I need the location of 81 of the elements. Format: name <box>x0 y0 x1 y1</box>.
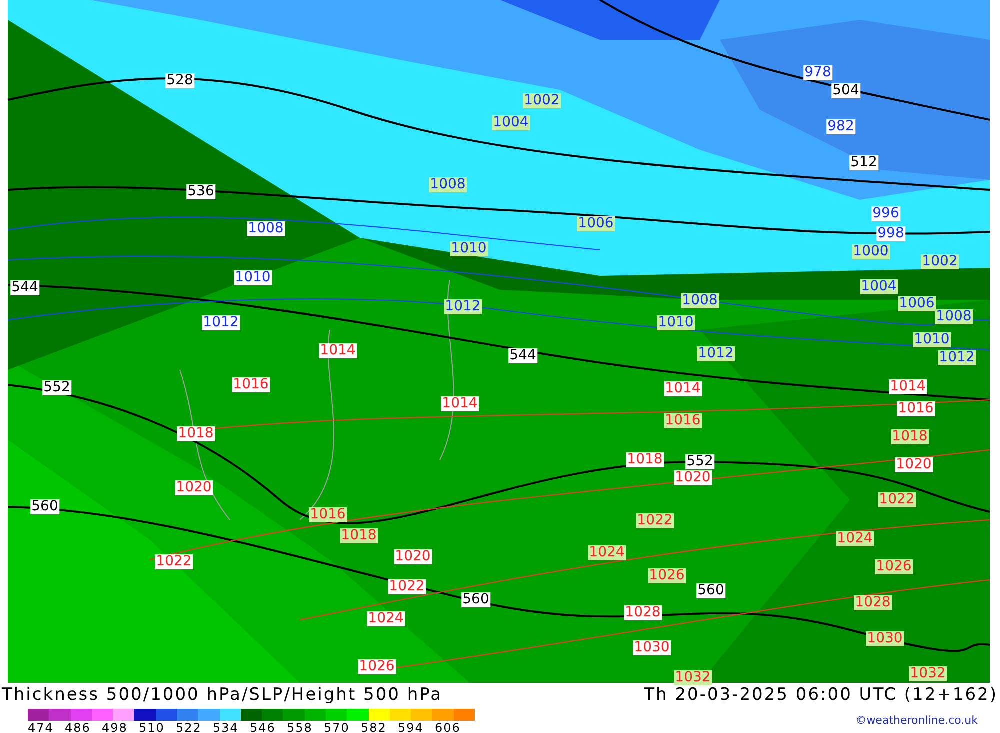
contour-label: 1022 <box>388 580 426 594</box>
contour-label: 1018 <box>891 430 929 444</box>
scale-tick-label: 522 <box>176 722 203 733</box>
contour-label: 1020 <box>175 480 213 496</box>
scale-tick-label: 474 <box>28 722 55 733</box>
scale-tick-label: 570 <box>324 722 351 733</box>
contour-label: 1028 <box>624 606 662 620</box>
contour-label: 512 <box>850 156 878 170</box>
contour-label: 1018 <box>340 528 378 544</box>
contour-label: 982 <box>826 120 856 134</box>
contour-label: 536 <box>186 184 216 200</box>
scale-tick-label: 558 <box>287 722 314 733</box>
contour-label: 1004 <box>860 280 898 294</box>
valid-time: Th 20-03-2025 06:00 UTC (12+162) <box>644 684 998 708</box>
contour-label: 1014 <box>889 380 927 394</box>
contour-label: 996 <box>872 206 900 222</box>
contour-label: 1008 <box>935 310 973 324</box>
contour-label: 1022 <box>636 514 674 528</box>
contour-label: 1022 <box>155 554 193 570</box>
contour-label: 552 <box>686 454 714 470</box>
contour-label: 1026 <box>648 568 686 584</box>
contour-label: 1012 <box>202 316 240 330</box>
contour-label: 1016 <box>897 402 935 416</box>
contour-label: 1022 <box>878 492 916 508</box>
scale-tick-label: 498 <box>102 722 129 733</box>
scale-tick-label: 534 <box>213 722 240 733</box>
contour-label: 1016 <box>232 378 270 392</box>
copyright-text: ©weatheronline.co.uk <box>856 713 978 729</box>
contour-label: 998 <box>876 226 906 242</box>
contour-label: 1014 <box>319 344 357 358</box>
contour-label: 978 <box>804 66 832 80</box>
contour-label: 1000 <box>852 244 890 260</box>
contour-label: 1020 <box>674 470 712 486</box>
contour-label: 1014 <box>441 396 479 412</box>
contour-label: 1024 <box>588 546 626 560</box>
contour-label: 1020 <box>895 458 933 472</box>
contour-label: 1024 <box>836 532 874 546</box>
contour-label: 504 <box>832 84 860 98</box>
contour-label: 544 <box>10 280 40 296</box>
contour-label: 1020 <box>394 550 432 564</box>
contour-label: 1004 <box>492 116 530 130</box>
contour-label: 1010 <box>234 270 272 286</box>
contour-label: 1010 <box>657 316 695 330</box>
contour-label: 560 <box>462 592 490 608</box>
contour-label: 1012 <box>444 300 482 314</box>
contour-label: 1010 <box>450 242 488 256</box>
contour-label: 1016 <box>664 414 702 428</box>
contour-label: 1026 <box>358 660 396 674</box>
contour-label: 1008 <box>247 222 285 236</box>
contour-label: 1032 <box>909 666 947 682</box>
contour-label: 1012 <box>697 346 735 362</box>
scale-tick-label: 546 <box>250 722 277 733</box>
contour-label: 544 <box>508 348 538 364</box>
contour-label: 1010 <box>913 332 951 348</box>
contour-label: 1008 <box>429 178 467 192</box>
scale-tick-label: 606 <box>435 722 462 733</box>
contour-label: 1026 <box>875 560 913 574</box>
contour-label: 1032 <box>674 670 712 686</box>
contour-label: 1018 <box>177 426 215 442</box>
contour-label: 1018 <box>626 452 664 468</box>
contour-label: 1008 <box>681 294 719 308</box>
contour-label: 1006 <box>577 216 615 232</box>
contour-label: 528 <box>166 74 194 88</box>
contour-label: 1024 <box>367 612 405 626</box>
contour-label: 1012 <box>938 350 976 366</box>
contour-label: 1002 <box>921 254 959 270</box>
contour-label: 1014 <box>664 382 702 396</box>
contour-label: 1030 <box>633 640 671 656</box>
scale-tick-label: 582 <box>361 722 388 733</box>
contour-label: 1006 <box>898 296 936 312</box>
contour-label: 560 <box>696 584 726 598</box>
contour-label: 1016 <box>309 508 347 522</box>
contour-label: 1002 <box>523 94 561 108</box>
scale-tick-label: 510 <box>139 722 166 733</box>
contour-label: 552 <box>42 380 72 396</box>
contour-label: 1028 <box>854 596 892 610</box>
scale-tick-label: 486 <box>65 722 92 733</box>
contour-label: 1030 <box>866 632 904 646</box>
contour-label: 560 <box>30 500 60 514</box>
chart-title: Thickness 500/1000 hPa/SLP/Height 500 hPa <box>2 684 443 708</box>
scale-tick-label: 594 <box>398 722 425 733</box>
